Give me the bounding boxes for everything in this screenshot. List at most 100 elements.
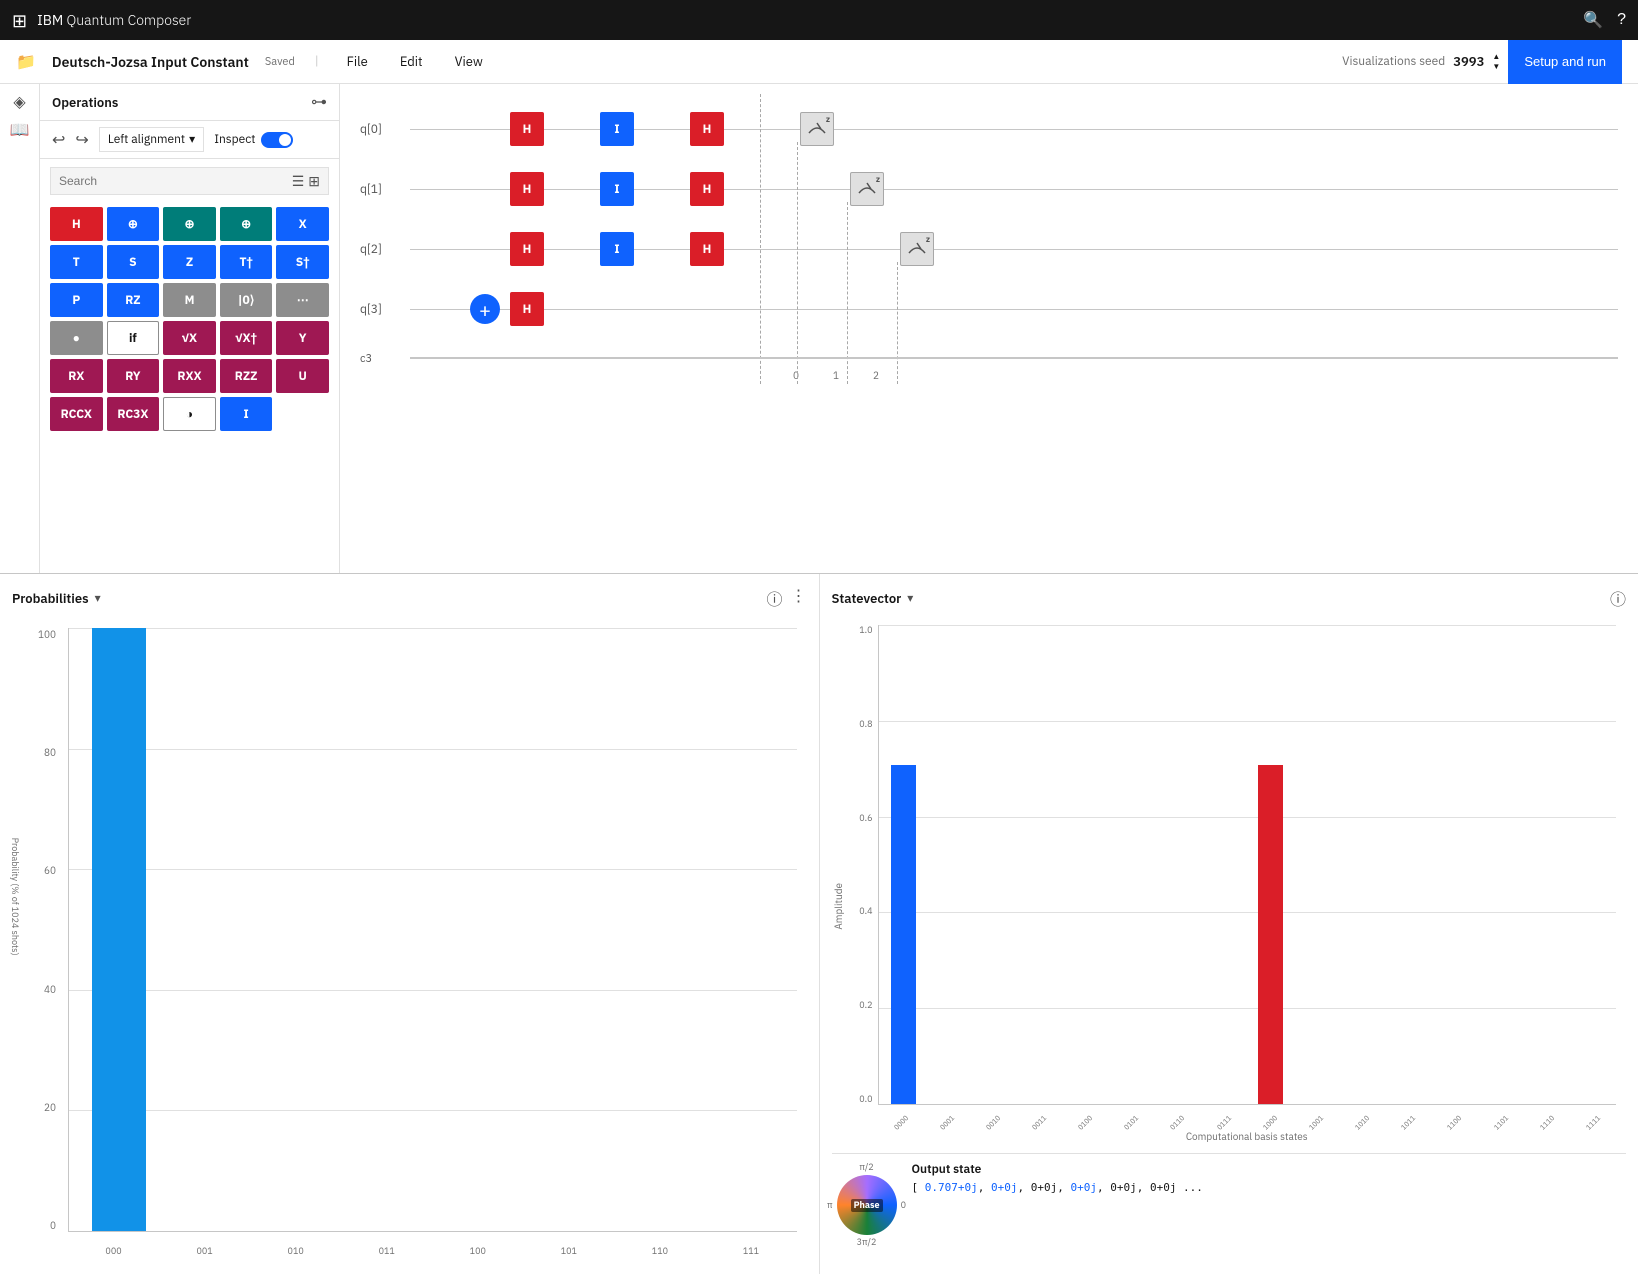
gate-rc3x-26[interactable]: RC3X <box>107 397 160 431</box>
list-view-icon[interactable]: ☰ <box>292 172 305 190</box>
run-button[interactable]: Setup and run <box>1508 40 1622 84</box>
vis-seed-value: 3993 <box>1453 53 1484 70</box>
gate-i-28[interactable]: I <box>220 397 273 431</box>
gate-ry-21[interactable]: RY <box>107 359 160 393</box>
gate-h-q0-c3[interactable]: H <box>690 112 724 146</box>
search-box[interactable]: ☰ ⊞ <box>50 167 329 195</box>
gate-rzz-23[interactable]: RZZ <box>220 359 273 393</box>
prob-more-icon[interactable]: ⋮ <box>791 586 807 610</box>
align-dropdown[interactable]: Left alignment ▾ <box>99 127 204 152</box>
gate-i-q0-c2[interactable]: I <box>600 112 634 146</box>
prob-y-label: Probability (% of 1024 shots) <box>9 640 20 1154</box>
redo-button[interactable]: ↪ <box>75 130 88 150</box>
gate-measure-q0[interactable]: z <box>800 112 834 146</box>
chevron-down-icon: ▾ <box>189 132 195 147</box>
sv-y-tick-1.0: 1.0 <box>859 625 872 636</box>
help-icon[interactable]: ? <box>1617 11 1626 29</box>
gate-z-7[interactable]: Z <box>163 245 216 279</box>
prob-x-label-111: 111 <box>705 1246 796 1257</box>
gate-i-q1-c2[interactable]: I <box>600 172 634 206</box>
search-icon[interactable]: 🔍 <box>1583 10 1603 30</box>
gate--1[interactable]: ⊕ <box>107 207 160 241</box>
gate-rz-11[interactable]: RZ <box>107 283 160 317</box>
sv-bar-1111 <box>1568 625 1614 1104</box>
gate-u-24[interactable]: U <box>276 359 329 393</box>
seed-spinner[interactable]: ▲▼ <box>1492 52 1500 72</box>
gate-s-6[interactable]: S <box>107 245 160 279</box>
sv-bar-0011 <box>1018 625 1064 1104</box>
book-icon[interactable]: 📖 <box>10 120 30 140</box>
gate--2[interactable]: ⊕ <box>163 207 216 241</box>
qubit-row-q3: q[3] + H <box>360 284 1618 334</box>
gate--27[interactable]: ◑ <box>163 397 216 431</box>
gate-h-q0-c1[interactable]: H <box>510 112 544 146</box>
gate-0-13[interactable]: |0⟩ <box>220 283 273 317</box>
sv-bar-0010 <box>972 625 1018 1104</box>
sv-dropdown-icon[interactable]: ▾ <box>907 591 913 606</box>
prob-y-tick-0: 0 <box>50 1219 56 1232</box>
sv-bar-1011 <box>1385 625 1431 1104</box>
sv-info-icon[interactable]: ⓘ <box>1610 586 1626 610</box>
sv-chart-header: Statevector ▾ ⓘ <box>832 586 1627 610</box>
gate-t-8[interactable]: T† <box>220 245 273 279</box>
prob-x-axis: 000001010011100101110111 <box>68 1246 797 1257</box>
sv-y-axis: 1.00.80.60.40.20.0 <box>848 625 873 1105</box>
gate-t-5[interactable]: T <box>50 245 103 279</box>
output-state-text: Output state [ 0.707+0j, 0+0j, 0+0j, 0+0… <box>912 1162 1627 1262</box>
prob-x-label-011: 011 <box>341 1246 432 1257</box>
gate-measure-q1[interactable]: z <box>850 172 884 206</box>
gate-if-16[interactable]: if <box>107 321 160 355</box>
context-icon[interactable]: ◈ <box>13 92 25 112</box>
gate-x-17[interactable]: √X <box>163 321 216 355</box>
classical-label: c3 <box>360 352 410 366</box>
prob-y-tick-100: 100 <box>38 628 56 641</box>
gate-h-q1-c1[interactable]: H <box>510 172 544 206</box>
inspect-switch[interactable] <box>261 132 293 148</box>
gate--15[interactable]: ● <box>50 321 103 355</box>
phase-bottom-tick: 3π/2 <box>857 1237 877 1248</box>
gate-s-9[interactable]: S† <box>276 245 329 279</box>
gate-h-q2-c1[interactable]: H <box>510 232 544 266</box>
sv-bar-0001 <box>926 625 972 1104</box>
prob-bar-100 <box>433 628 523 1231</box>
grid-view-icon[interactable]: ⊞ <box>308 172 320 190</box>
sv-x-axis: 0000000100100011010001010110011110001001… <box>878 1118 1617 1127</box>
gate--14[interactable]: ⋯ <box>276 283 329 317</box>
gate-rccx-25[interactable]: RCCX <box>50 397 103 431</box>
inspect-toggle[interactable]: Inspect <box>214 132 293 148</box>
prob-bar-000 <box>74 628 164 1231</box>
gate-m-12[interactable]: M <box>163 283 216 317</box>
prob-x-label-100: 100 <box>432 1246 523 1257</box>
gate-rx-20[interactable]: RX <box>50 359 103 393</box>
menu-file[interactable]: File <box>339 53 376 70</box>
gate-y-19[interactable]: Y <box>276 321 329 355</box>
search-input[interactable] <box>59 174 292 188</box>
gate-x-4[interactable]: X <box>276 207 329 241</box>
prob-dropdown-icon[interactable]: ▾ <box>95 591 101 606</box>
prob-bar-111 <box>702 628 792 1231</box>
sv-title: Statevector <box>832 590 902 607</box>
menu-edit[interactable]: Edit <box>392 53 431 70</box>
gate-i-q2-c2[interactable]: I <box>600 232 634 266</box>
gate-rxx-22[interactable]: RXX <box>163 359 216 393</box>
sv-bar-0101 <box>1110 625 1156 1104</box>
gate-h-0[interactable]: H <box>50 207 103 241</box>
prob-x-label-001: 001 <box>159 1246 250 1257</box>
panel-toggle-icon[interactable]: ⊶ <box>311 92 327 112</box>
gate-h-q3-c1[interactable]: H <box>510 292 544 326</box>
gate-p-10[interactable]: P <box>50 283 103 317</box>
prob-title: Probabilities <box>12 590 89 607</box>
bottom-panels: Probabilities ▾ ⓘ ⋮ Probability (% of 10… <box>0 574 1638 1274</box>
ops-header: Operations ⊶ <box>40 84 339 121</box>
gate-h-q1-c3[interactable]: H <box>690 172 724 206</box>
prob-bar-010 <box>253 628 343 1231</box>
gate-x-18[interactable]: √X† <box>220 321 273 355</box>
gate-measure-q2[interactable]: z <box>900 232 934 266</box>
menu-view[interactable]: View <box>447 53 491 70</box>
gate-h-q2-c3[interactable]: H <box>690 232 724 266</box>
prob-info-icon[interactable]: ⓘ <box>766 586 782 610</box>
gate--3[interactable]: ⊕ <box>220 207 273 241</box>
grid-icon: ⊞ <box>12 9 27 32</box>
add-gate-button[interactable]: + <box>470 294 500 324</box>
undo-button[interactable]: ↩ <box>52 130 65 150</box>
